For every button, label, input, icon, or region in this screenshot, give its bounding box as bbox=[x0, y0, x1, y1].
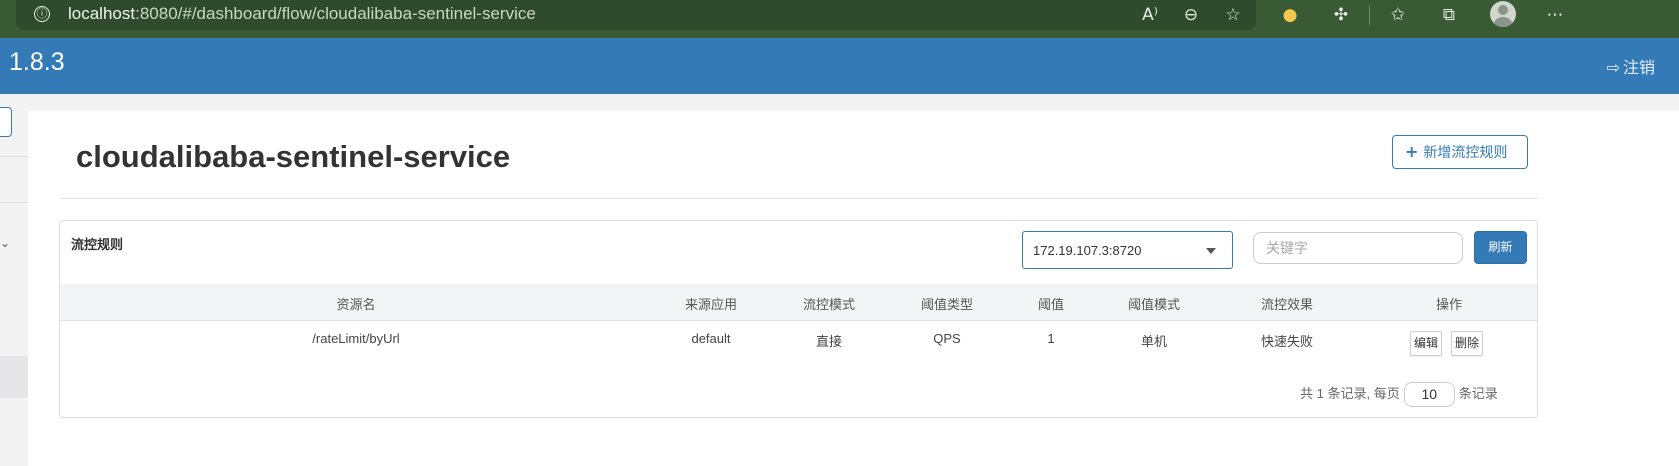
sidebar-item-active[interactable] bbox=[0, 356, 28, 398]
profile-avatar[interactable] bbox=[1490, 1, 1516, 27]
cell-effect: 快速失败 bbox=[1260, 334, 1314, 349]
app-version: 1.8.3 bbox=[9, 48, 65, 76]
table-header: 资源名 来源应用 流控模式 阈值类型 阈值 阈值模式 流控效果 操作 bbox=[60, 284, 1537, 321]
sidebar-search-box[interactable] bbox=[0, 107, 12, 137]
more-icon[interactable]: ⋯ bbox=[1543, 4, 1567, 26]
sidebar-divider bbox=[0, 202, 28, 203]
logout-link[interactable]: ⇨ 注销 bbox=[1607, 54, 1655, 78]
column-header: 来源应用 bbox=[684, 297, 738, 312]
cell-origin: default bbox=[691, 331, 731, 346]
app-header: 1.8.3 ⇨ 注销 bbox=[0, 38, 1679, 94]
column-header: 流控模式 bbox=[802, 297, 856, 312]
toolbar-separator bbox=[1369, 5, 1370, 25]
column-header: 流控效果 bbox=[1260, 297, 1314, 312]
machine-select-value: 172.19.107.3:8720 bbox=[1033, 243, 1142, 258]
url-text[interactable]: localhost:8080/#/dashboard/flow/cloudali… bbox=[68, 4, 536, 24]
color-extension-icon[interactable]: ● bbox=[1278, 4, 1302, 26]
page-size-input[interactable]: 10 bbox=[1403, 382, 1455, 407]
collections-icon[interactable]: ⧉ bbox=[1437, 4, 1461, 26]
browser-toolbar: ⓘ localhost:8080/#/dashboard/flow/clouda… bbox=[0, 0, 1679, 38]
pagination-suffix: 条记录 bbox=[1458, 385, 1498, 401]
zoom-out-icon[interactable]: ⊖ bbox=[1179, 4, 1203, 26]
logout-icon: ⇨ bbox=[1606, 58, 1620, 77]
extensions-icon[interactable]: ✣ bbox=[1329, 4, 1353, 26]
total-count: 1 bbox=[1316, 385, 1324, 401]
url-host: localhost bbox=[68, 4, 136, 23]
column-header: 操作 bbox=[1435, 297, 1463, 312]
pagination-prefix: 共 bbox=[1300, 385, 1314, 401]
flow-rules-panel: 流控规则 172.19.107.3:8720 刷新 资源名 来源应用 流控模式 … bbox=[59, 220, 1538, 418]
edit-button[interactable]: 编辑 bbox=[1410, 331, 1443, 356]
machine-select[interactable]: 172.19.107.3:8720 bbox=[1022, 231, 1233, 269]
panel-title: 流控规则 bbox=[71, 237, 124, 252]
pagination: 共 1 条记录, 每页 10 条记录 bbox=[1300, 382, 1498, 407]
refresh-button[interactable]: 刷新 bbox=[1474, 231, 1527, 264]
main-content: cloudalibaba-sentinel-service + 新增流控规则 流控… bbox=[28, 111, 1679, 466]
cell-mode: 直接 bbox=[815, 334, 843, 349]
chevron-down-icon[interactable]: ⌄ bbox=[0, 236, 10, 250]
sidebar: ⌄ bbox=[0, 94, 28, 466]
keyword-search-input[interactable] bbox=[1253, 232, 1463, 264]
cell-threshold-type: QPS bbox=[933, 331, 961, 346]
add-flow-rule-button[interactable]: + 新增流控规则 bbox=[1392, 135, 1528, 169]
pagination-middle: 条记录, 每页 bbox=[1327, 385, 1400, 401]
add-flow-rule-label: 新增流控规则 bbox=[1423, 144, 1508, 160]
page-title: cloudalibaba-sentinel-service bbox=[76, 139, 511, 174]
cell-resource: /rateLimit/byUrl bbox=[312, 331, 400, 346]
cell-cluster-mode: 单机 bbox=[1140, 334, 1168, 349]
table-row: /rateLimit/byUrl default 直接 QPS 1 单机 快速失… bbox=[60, 321, 1537, 365]
cell-threshold: 1 bbox=[1047, 331, 1055, 346]
column-header: 阈值类型 bbox=[920, 297, 974, 312]
favorites-icon[interactable]: ✩ bbox=[1386, 4, 1410, 26]
caret-down-icon bbox=[1206, 248, 1216, 254]
column-header: 资源名 bbox=[336, 297, 376, 312]
logout-label: 注销 bbox=[1622, 60, 1655, 77]
site-info-icon[interactable]: ⓘ bbox=[34, 6, 50, 22]
divider bbox=[60, 198, 1538, 199]
favorite-add-icon[interactable]: ☆ bbox=[1221, 4, 1245, 26]
url-path: :8080/#/dashboard/flow/cloudalibaba-sent… bbox=[135, 4, 536, 23]
delete-button[interactable]: 删除 bbox=[1451, 331, 1484, 356]
plus-icon: + bbox=[1405, 142, 1419, 161]
column-header: 阈值 bbox=[1037, 297, 1065, 312]
sidebar-divider bbox=[0, 156, 28, 157]
read-aloud-icon[interactable]: A⁾ bbox=[1138, 4, 1162, 26]
column-header: 阈值模式 bbox=[1127, 297, 1181, 312]
